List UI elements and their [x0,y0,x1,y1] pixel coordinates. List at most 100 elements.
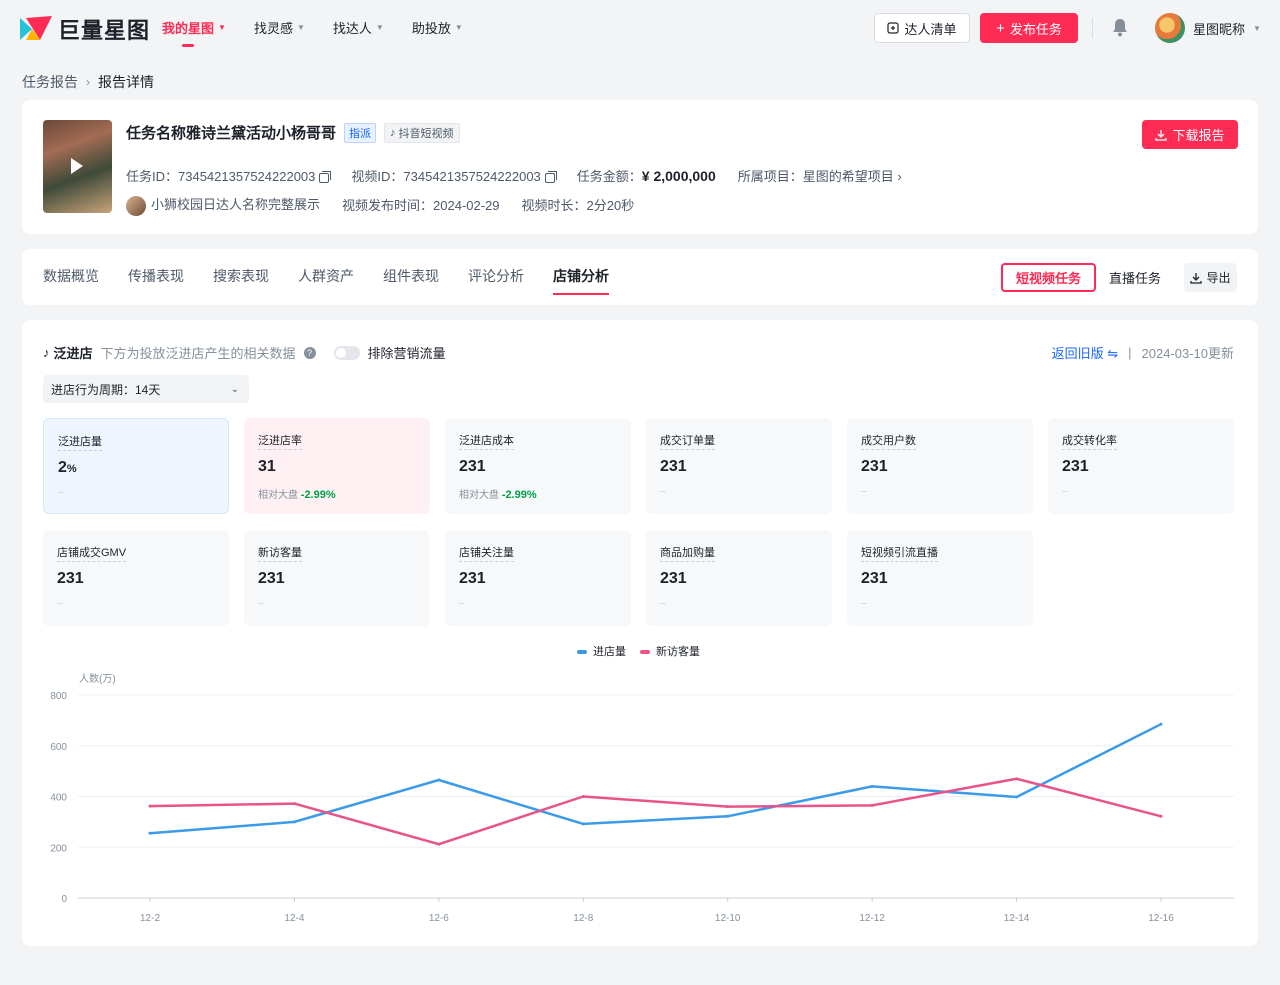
metric-empty: – [861,598,867,609]
metric-label: 泛进店成本 [459,432,514,450]
metric-value: 2% [58,459,214,477]
video-id-label: 视频ID： [351,169,404,184]
data-point [726,805,730,809]
x-tick-label: 12-12 [859,913,885,924]
metric-value: 231 [660,458,818,476]
legend-item[interactable]: 新访客量 [640,643,700,659]
short-video-task-button[interactable]: 短视频任务 [1001,263,1097,292]
metric-empty: – [258,598,264,609]
copy-icon[interactable] [544,170,557,183]
task-id-label: 任务ID： [126,169,179,184]
exclude-marketing-toggle[interactable] [333,345,360,360]
metric-number: 231 [57,570,84,587]
publish-task-button[interactable]: + 发布任务 [980,13,1078,43]
metric-value: 231 [660,570,818,588]
download-report-label: 下载报告 [1172,128,1225,143]
list-icon [887,22,900,34]
video-thumbnail[interactable] [43,120,112,213]
creator[interactable]: 小狮校园日达人名称完整展示 [126,194,320,216]
metric-card: 店铺成交GMV 231 – [43,530,229,626]
metric-label: 店铺成交GMV [57,544,127,562]
chevron-right-icon: › [86,75,90,89]
tab-search[interactable]: 搜索表现 [213,266,269,286]
metric-card: 成交转化率 231 – [1048,418,1234,514]
y-tick-label: 600 [50,742,67,753]
live-task-button[interactable]: 直播任务 [1096,263,1174,292]
metric-empty: – [58,487,64,498]
back-old-version-link[interactable]: 返回旧版 ⇋ [1052,343,1119,362]
metric-number: 231 [1062,458,1089,475]
data-point [1015,777,1019,781]
download-report-button[interactable]: 下载报告 [1142,120,1238,149]
nav-item-find-creator[interactable]: 找达人 ▼ [333,18,384,37]
nav-label: 找达人 [332,21,372,36]
metric-value: 231 [459,458,617,476]
metric-value: 231 [258,570,416,588]
bell-icon[interactable] [1111,17,1129,37]
project-link[interactable]: 所属项目：星图的希望项目 › [738,166,902,185]
metric-label: 成交订单量 [660,432,715,450]
metric-card: 商品加购量 231 – [646,530,832,626]
amount-label: 任务金额： [576,169,642,184]
updated-time: 2024-03-10更新 [1141,346,1235,361]
legend-item[interactable]: 进店量 [577,643,626,659]
metric-label: 成交转化率 [1062,432,1117,450]
metric-label: 短视频引流直播 [861,544,938,562]
user-menu[interactable]: 星图昵称 ▼ [1155,13,1261,43]
help-icon[interactable]: ? [303,346,316,359]
export-button[interactable]: 导出 [1184,263,1237,292]
export-label: 导出 [1206,271,1231,285]
metric-compare-label: 相对大盘 [258,490,298,501]
metric-compare-value: -2.99% [501,489,537,501]
legend-label: 新访客量 [656,646,700,658]
creator-list-button[interactable]: 达人清单 [874,13,970,43]
tab-data-overview[interactable]: 数据概览 [43,266,99,286]
y-axis-label: 人数(万) [79,672,116,685]
tab-components[interactable]: 组件表现 [383,266,439,286]
nav-item-my-xingtu[interactable]: 我的星图 ▼ [162,18,226,47]
data-point [437,778,441,782]
breadcrumb-parent[interactable]: 任务报告 [22,72,78,92]
logo[interactable]: 巨量星图 [20,13,150,45]
play-icon [71,158,83,174]
metric-card: 泛进店率 31 相对大盘 -2.99% [244,418,430,514]
video-duration: 视频时长：2分20秒 [522,195,635,214]
chevron-down-icon: ⌄ [230,383,239,395]
series-line-2 [149,777,1162,846]
tab-comments[interactable]: 评论分析 [468,266,524,286]
tab-audience[interactable]: 人群资产 [298,266,354,286]
task-meta-row: 任务ID：7345421357524222003 视频ID：7345421357… [126,166,902,185]
y-tick-label: 0 [61,894,67,905]
caret-down-icon: ▼ [375,23,384,32]
copy-icon[interactable] [319,170,332,183]
line-chart: 进店量 新访客量 人数(万) 0 200 400 600 800 12-2 12-4 12-6 1… [22,638,1258,938]
metric-card: 成交订单量 231 – [646,418,832,514]
metric-number: 231 [660,458,687,475]
nav-item-inspiration[interactable]: 找灵感 ▼ [254,18,305,37]
tab-store-analysis[interactable]: 店铺分析 [553,266,609,295]
creator-name: 小狮校园日达人名称完整展示 [151,197,321,212]
caret-down-icon: ▼ [296,23,305,32]
chevron-right-icon: › [897,169,902,184]
data-point [148,831,152,835]
metric-unit: % [66,463,77,475]
data-point [726,814,730,818]
logo-icon [20,16,52,40]
metric-label: 泛进店量 [58,433,102,451]
y-tick-label: 800 [50,691,67,702]
data-point [437,842,441,846]
swap-icon: ⇋ [1107,346,1119,361]
nav-item-ad-assist[interactable]: 助投放 ▼ [412,18,463,37]
platform-tag-label: 抖音短视频 [398,127,454,140]
plus-icon: + [996,19,1005,37]
tab-propagation[interactable]: 传播表现 [128,266,184,286]
metric-card: 短视频引流直播 231 – [847,530,1033,626]
legend-label: 进店量 [593,646,626,658]
period-select[interactable]: 进店行为周期：14天 ⌄ [43,375,249,403]
task-amount: 任务金额：¥ 2,000,000 [577,166,716,185]
metric-label: 新访客量 [258,544,302,562]
main-nav: 我的星图 ▼ 找灵感 ▼ 找达人 ▼ 助投放 ▼ [162,18,463,47]
metric-number: 231 [660,570,687,587]
douyin-icon: ♪ [43,345,50,360]
breadcrumb-current: 报告详情 [98,74,154,90]
